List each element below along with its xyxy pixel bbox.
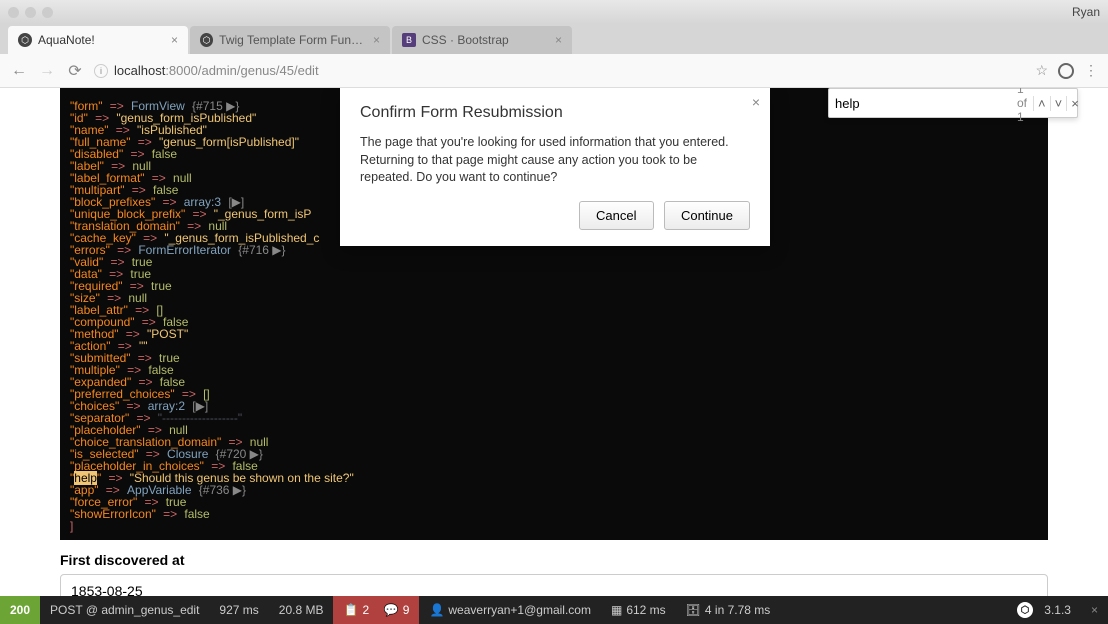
tab-label: CSS · Bootstrap <box>422 33 509 47</box>
twig-icon: ▦ <box>611 603 622 617</box>
search-prev-icon[interactable]: ˄ <box>1033 96 1050 111</box>
browser-tabbar: ⬡ AquaNote! × ⬡ Twig Template Form Funct… <box>0 24 1108 54</box>
form-field-first-discovered: First discovered at <box>60 552 1048 596</box>
confirm-resubmission-dialog: × Confirm Form Resubmission The page tha… <box>340 88 770 246</box>
page-content: "form" => FormView {#715 ▶} "id" => "gen… <box>0 88 1108 596</box>
menu-icon[interactable]: ⋮ <box>1084 62 1098 79</box>
symfony-icon: ⬡ <box>1017 602 1033 618</box>
translation-icon: 💬 <box>384 603 399 617</box>
os-user: Ryan <box>1072 5 1100 19</box>
tab-bootstrap[interactable]: B CSS · Bootstrap × <box>392 26 572 54</box>
twig-cell[interactable]: ▦612 ms <box>601 596 676 624</box>
close-icon[interactable]: × <box>555 33 562 47</box>
tab-aquanote[interactable]: ⬡ AquaNote! × <box>8 26 188 54</box>
symfony-icon: ⬡ <box>18 33 32 47</box>
window-titlebar: Ryan <box>0 0 1108 24</box>
back-button[interactable]: ← <box>10 62 28 80</box>
dialog-title: Confirm Form Resubmission <box>360 104 750 122</box>
dialog-body: The page that you're looking for used in… <box>360 134 750 187</box>
close-icon[interactable]: × <box>171 33 178 47</box>
symfony-icon: ⬡ <box>200 33 213 47</box>
url-port: :8000 <box>165 63 198 78</box>
toolbar-close-icon[interactable]: × <box>1081 603 1108 617</box>
close-icon[interactable]: × <box>752 94 760 110</box>
bootstrap-icon: B <box>402 33 416 47</box>
route-cell[interactable]: POST @ admin_genus_edit <box>40 596 209 624</box>
reload-button[interactable]: ⟳ <box>66 61 84 81</box>
forms-cell[interactable]: 📋2 💬9 <box>333 596 419 624</box>
memory-cell[interactable]: 20.8 MB <box>269 596 334 624</box>
time-cell[interactable]: 927 ms <box>209 596 268 624</box>
continue-button[interactable]: Continue <box>664 201 750 230</box>
field-label: First discovered at <box>60 552 1048 568</box>
find-in-page-bar: 1 of 1 ˄ ˅ × <box>828 88 1078 118</box>
browser-toolbar: ← → ⟳ i localhost:8000/admin/genus/45/ed… <box>0 54 1108 88</box>
address-bar[interactable]: i localhost:8000/admin/genus/45/edit <box>94 63 1025 78</box>
search-input[interactable] <box>835 96 1011 111</box>
search-count: 1 of 1 <box>1017 88 1027 124</box>
symfony-toolbar: 200 POST @ admin_genus_edit 927 ms 20.8 … <box>0 596 1108 624</box>
cancel-button[interactable]: Cancel <box>579 201 653 230</box>
traffic-lights <box>8 7 53 18</box>
tab-label: AquaNote! <box>38 33 95 47</box>
close-icon[interactable]: × <box>373 33 380 47</box>
bookmark-star-icon[interactable]: ☆ <box>1035 62 1048 79</box>
forward-button[interactable]: → <box>38 62 56 80</box>
first-discovered-input[interactable] <box>60 574 1048 596</box>
user-icon: 👤 <box>429 603 444 617</box>
db-cell[interactable]: 🗄4 in 7.78 ms <box>676 596 781 624</box>
url-path: /admin/genus/45/edit <box>198 63 319 78</box>
user-cell[interactable]: 👤weaverryan+1@gmail.com <box>419 596 601 624</box>
info-icon: i <box>94 64 108 78</box>
search-next-icon[interactable]: ˅ <box>1050 96 1067 111</box>
url-host: localhost <box>114 63 165 78</box>
search-close-icon[interactable]: × <box>1066 96 1083 111</box>
database-icon: 🗄 <box>686 603 701 617</box>
tab-twig[interactable]: ⬡ Twig Template Form Function × <box>190 26 390 54</box>
clipboard-icon: 📋 <box>343 603 358 617</box>
tab-label: Twig Template Form Function <box>219 33 367 47</box>
status-badge[interactable]: 200 <box>0 596 40 624</box>
version-cell[interactable]: ⬡ 3.1.3 <box>1007 596 1081 624</box>
extension-icon[interactable] <box>1058 63 1074 79</box>
